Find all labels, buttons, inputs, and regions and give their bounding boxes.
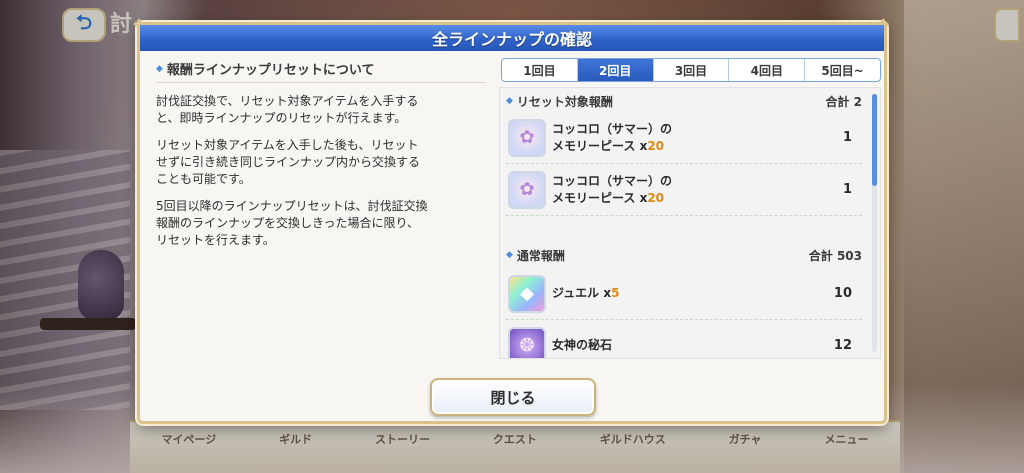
reset-info-panel: ◆ 報酬ラインナップリセットについて 討伐証交換で、リセット対象アイテムを入手す…: [156, 59, 486, 359]
lineup-round-tabs: 1回目 2回目 3回目 4回目 5回目~: [501, 58, 881, 82]
tab-round-3[interactable]: 3回目: [654, 59, 730, 81]
reward-row: ✿ コッコロ（サマー）の メモリーピース x20 1: [506, 164, 862, 216]
list-scrollbar[interactable]: [872, 94, 877, 352]
reset-info-heading-text: 報酬ラインナップリセットについて: [166, 63, 375, 78]
close-button[interactable]: 閉じる: [430, 378, 596, 416]
lineup-dialog: ❖ ❖ 全ラインナップの確認 ◆ 報酬ラインナップリセットについて 討伐証交換で…: [132, 17, 890, 424]
info-paragraph: リセット対象アイテムを入手した後も、リセット せずに引き続き同じラインナップ内か…: [156, 138, 421, 186]
dialog-header: 全ラインナップの確認: [140, 25, 884, 51]
tab-round-5-plus[interactable]: 5回目~: [805, 59, 880, 81]
dialog-title: 全ラインナップの確認: [431, 30, 592, 49]
reward-multiplier: 20: [647, 190, 665, 205]
group-total: 合計 2: [825, 94, 862, 109]
reward-row: ❂ 女神の秘石 12: [506, 320, 862, 358]
info-paragraph: 5回目以降のラインナップリセットは、討伐証交換 報酬のラインナップを交換しきった…: [156, 199, 428, 247]
group-total: 合計 503: [808, 248, 862, 263]
reward-count: 12: [833, 338, 852, 353]
memory-piece-icon: ✿: [508, 170, 546, 209]
bullet-diamond-icon: ◆: [506, 96, 513, 106]
tab-round-1[interactable]: 1回目: [502, 59, 578, 81]
goddess-stone-icon: ❂: [508, 326, 546, 358]
group-label: 通常報酬: [516, 248, 565, 263]
reset-info-heading: ◆ 報酬ラインナップリセットについて: [156, 59, 486, 83]
reward-multiplier: 5: [611, 286, 620, 300]
reward-count: 10: [833, 286, 852, 301]
tab-round-2[interactable]: 2回目: [577, 59, 654, 81]
reward-multiplier: 20: [647, 138, 665, 153]
reward-row: ◆ ジュエル x5 10: [506, 268, 862, 320]
group-label: リセット対象報酬: [516, 94, 613, 109]
info-paragraph: 討伐証交換で、リセット対象アイテムを入手する と、即時ラインナップのリセットが行…: [156, 94, 419, 125]
reward-count: 1: [842, 130, 852, 145]
reward-count: 1: [842, 182, 852, 197]
memory-piece-icon: ✿: [508, 118, 546, 157]
tab-round-4[interactable]: 4回目: [729, 59, 806, 81]
normal-rewards-header: ◆ 通常報酬 合計 503: [506, 246, 862, 264]
reward-row: ✿ コッコロ（サマー）の メモリーピース x20 1: [506, 112, 862, 164]
jewel-icon: ◆: [508, 274, 546, 313]
reward-list[interactable]: ◆ リセット対象報酬 合計 2 ✿ コッコロ（サマー）の メモリーピース x20…: [499, 87, 881, 359]
reward-name: 女神の秘石: [552, 338, 613, 352]
reward-name: ジュエル x5: [552, 286, 620, 300]
scrollbar-thumb[interactable]: [872, 94, 877, 186]
reward-name: コッコロ（サマー）の メモリーピース x20: [552, 121, 673, 153]
bullet-diamond-icon: ◆: [506, 250, 513, 260]
bullet-diamond-icon: ◆: [156, 63, 163, 74]
reset-rewards-header: ◆ リセット対象報酬 合計 2: [506, 92, 862, 110]
reward-name: コッコロ（サマー）の メモリーピース x20: [552, 173, 673, 205]
